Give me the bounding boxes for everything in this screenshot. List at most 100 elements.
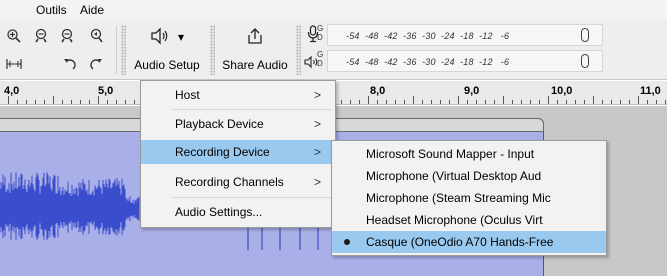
redo-button[interactable] — [86, 53, 106, 75]
menu-item-recording-device[interactable]: Recording Device > — [141, 140, 335, 164]
device-item-oneodio-selected[interactable]: Casque (OneOdio A70 Hands-Free — [332, 231, 606, 253]
menu-item-label: Microsoft Sound Mapper - Input — [366, 147, 535, 161]
audio-setup-label: Audio Setup — [134, 58, 200, 72]
ruler-tick — [638, 96, 639, 104]
ruler-tick — [134, 100, 135, 104]
ruler-tick — [368, 96, 369, 104]
zoom-selection-icon — [60, 28, 76, 44]
ruler-tick — [116, 100, 117, 104]
chevron-right-icon: > — [313, 88, 321, 102]
ruler-tick — [413, 96, 414, 104]
ruler-tick — [575, 100, 576, 104]
ruler-tick — [566, 100, 567, 104]
menu-item-recording-channels[interactable]: Recording Channels > — [141, 170, 335, 194]
menu-item-label: Casque (OneOdio A70 Hands-Free — [366, 235, 554, 249]
menu-separator — [171, 109, 331, 110]
chevron-down-icon: ▾ — [177, 30, 185, 44]
toolbar: ▾ Audio Setup Share Audio G D -54 -48 -4… — [0, 20, 667, 80]
playback-meter-channels: G D — [317, 50, 324, 68]
menu-separator — [171, 197, 331, 198]
ruler-tick — [539, 100, 540, 104]
recording-device-menu: Microsoft Sound Mapper - Input Microphon… — [331, 140, 607, 256]
ruler-label: 9,0 — [464, 85, 480, 97]
toolbar-grip[interactable] — [210, 25, 215, 75]
ruler-tick — [503, 96, 504, 104]
menu-item-playback-device[interactable]: Playback Device > — [141, 112, 335, 136]
share-audio-button[interactable]: Share Audio — [219, 22, 291, 78]
speaker-icon — [150, 26, 176, 48]
record-meter-scale: -54 -48 -42 -36 -30 -24 -18 -12 -6 — [327, 24, 603, 46]
device-item-oculus-headset[interactable]: Headset Microphone (Oculus Virt — [332, 209, 606, 231]
ruler-label: 5,0 — [98, 85, 114, 97]
menu-item-label: Microphone (Virtual Desktop Aud — [366, 169, 542, 183]
ruler-tick — [476, 100, 477, 104]
ruler-tick — [467, 100, 468, 104]
ruler-tick — [440, 100, 441, 104]
ruler-tick — [53, 96, 54, 104]
audio-setup-button[interactable]: ▾ Audio Setup — [130, 22, 204, 78]
ruler-tick — [125, 100, 126, 104]
undo-button[interactable] — [60, 53, 80, 75]
chevron-right-icon: > — [313, 145, 321, 159]
record-meter-ticks: -54 -48 -42 -36 -30 -24 -18 -12 -6 — [346, 31, 510, 41]
menu-item-label: Recording Channels — [175, 175, 284, 189]
zoom-in-button[interactable] — [4, 25, 24, 47]
device-item-steam-streaming[interactable]: Microphone (Steam Streaming Mic — [332, 187, 606, 209]
zoom-selection-button[interactable] — [58, 25, 78, 47]
ruler-tick — [107, 100, 108, 104]
ruler-tick — [665, 100, 666, 104]
menu-item-label: Playback Device — [175, 117, 264, 131]
menu-outils[interactable]: Outils — [36, 3, 67, 17]
menu-aide[interactable]: Aide — [80, 3, 104, 17]
ruler-tick — [611, 100, 612, 104]
zoom-out-button[interactable] — [32, 25, 52, 47]
ruler-tick — [557, 100, 558, 104]
menu-item-audio-settings[interactable]: Audio Settings... — [141, 200, 335, 224]
ruler-tick — [512, 100, 513, 104]
ruler-tick — [521, 100, 522, 104]
menu-item-label: Recording Device — [175, 145, 270, 159]
meter-peak-marker — [581, 54, 589, 68]
ruler-tick — [647, 100, 648, 104]
ruler-tick — [386, 100, 387, 104]
ruler-tick — [629, 100, 630, 104]
ruler-tick — [422, 100, 423, 104]
audio-setup-menu: Host > Playback Device > Recording Devic… — [140, 80, 336, 228]
toolbar-grip[interactable] — [296, 25, 301, 75]
zoom-in-icon — [6, 28, 22, 44]
ruler-label: 11,0 — [640, 85, 661, 97]
toolbar-divider — [116, 26, 117, 74]
ruler-tick — [395, 100, 396, 104]
playback-meter-ticks: -54 -48 -42 -36 -30 -24 -18 -12 -6 — [346, 57, 510, 67]
ruler-tick — [485, 100, 486, 104]
zoom-toggle-button[interactable] — [4, 53, 24, 75]
ruler-tick — [8, 96, 9, 104]
ruler-tick — [404, 100, 405, 104]
menu-item-label: Headset Microphone (Oculus Virt — [366, 213, 543, 227]
record-meter[interactable]: G D -54 -48 -42 -36 -30 -24 -18 -12 -6 — [317, 24, 603, 46]
menu-item-host[interactable]: Host > — [141, 83, 335, 107]
share-icon — [245, 26, 265, 49]
chevron-right-icon: > — [313, 175, 321, 189]
ruler-tick — [593, 96, 594, 104]
menu-bar: Outils Aide — [0, 0, 667, 20]
ruler-tick — [359, 100, 360, 104]
ruler-tick — [530, 100, 531, 104]
ruler-tick — [80, 100, 81, 104]
menu-item-label: Audio Settings... — [175, 205, 263, 219]
ruler-tick — [548, 96, 549, 104]
zoom-fit-button[interactable] — [86, 25, 106, 47]
playback-meter-scale: -54 -48 -42 -36 -30 -24 -18 -12 -6 — [327, 50, 603, 72]
ruler-tick — [89, 100, 90, 104]
undo-icon — [62, 56, 78, 72]
menu-item-label: Microphone (Steam Streaming Mic — [366, 191, 551, 205]
zoom-toggle-icon — [5, 57, 23, 71]
device-item-virtual-desktop[interactable]: Microphone (Virtual Desktop Aud — [332, 165, 606, 187]
record-meter-channels: G D — [317, 24, 324, 42]
playback-meter[interactable]: G D -54 -48 -42 -36 -30 -24 -18 -12 -6 — [317, 50, 603, 72]
ruler-tick — [449, 100, 450, 104]
toolbar-grip[interactable] — [121, 25, 126, 75]
ruler-tick — [17, 100, 18, 104]
ruler-tick — [35, 100, 36, 104]
device-item-sound-mapper[interactable]: Microsoft Sound Mapper - Input — [332, 143, 606, 165]
